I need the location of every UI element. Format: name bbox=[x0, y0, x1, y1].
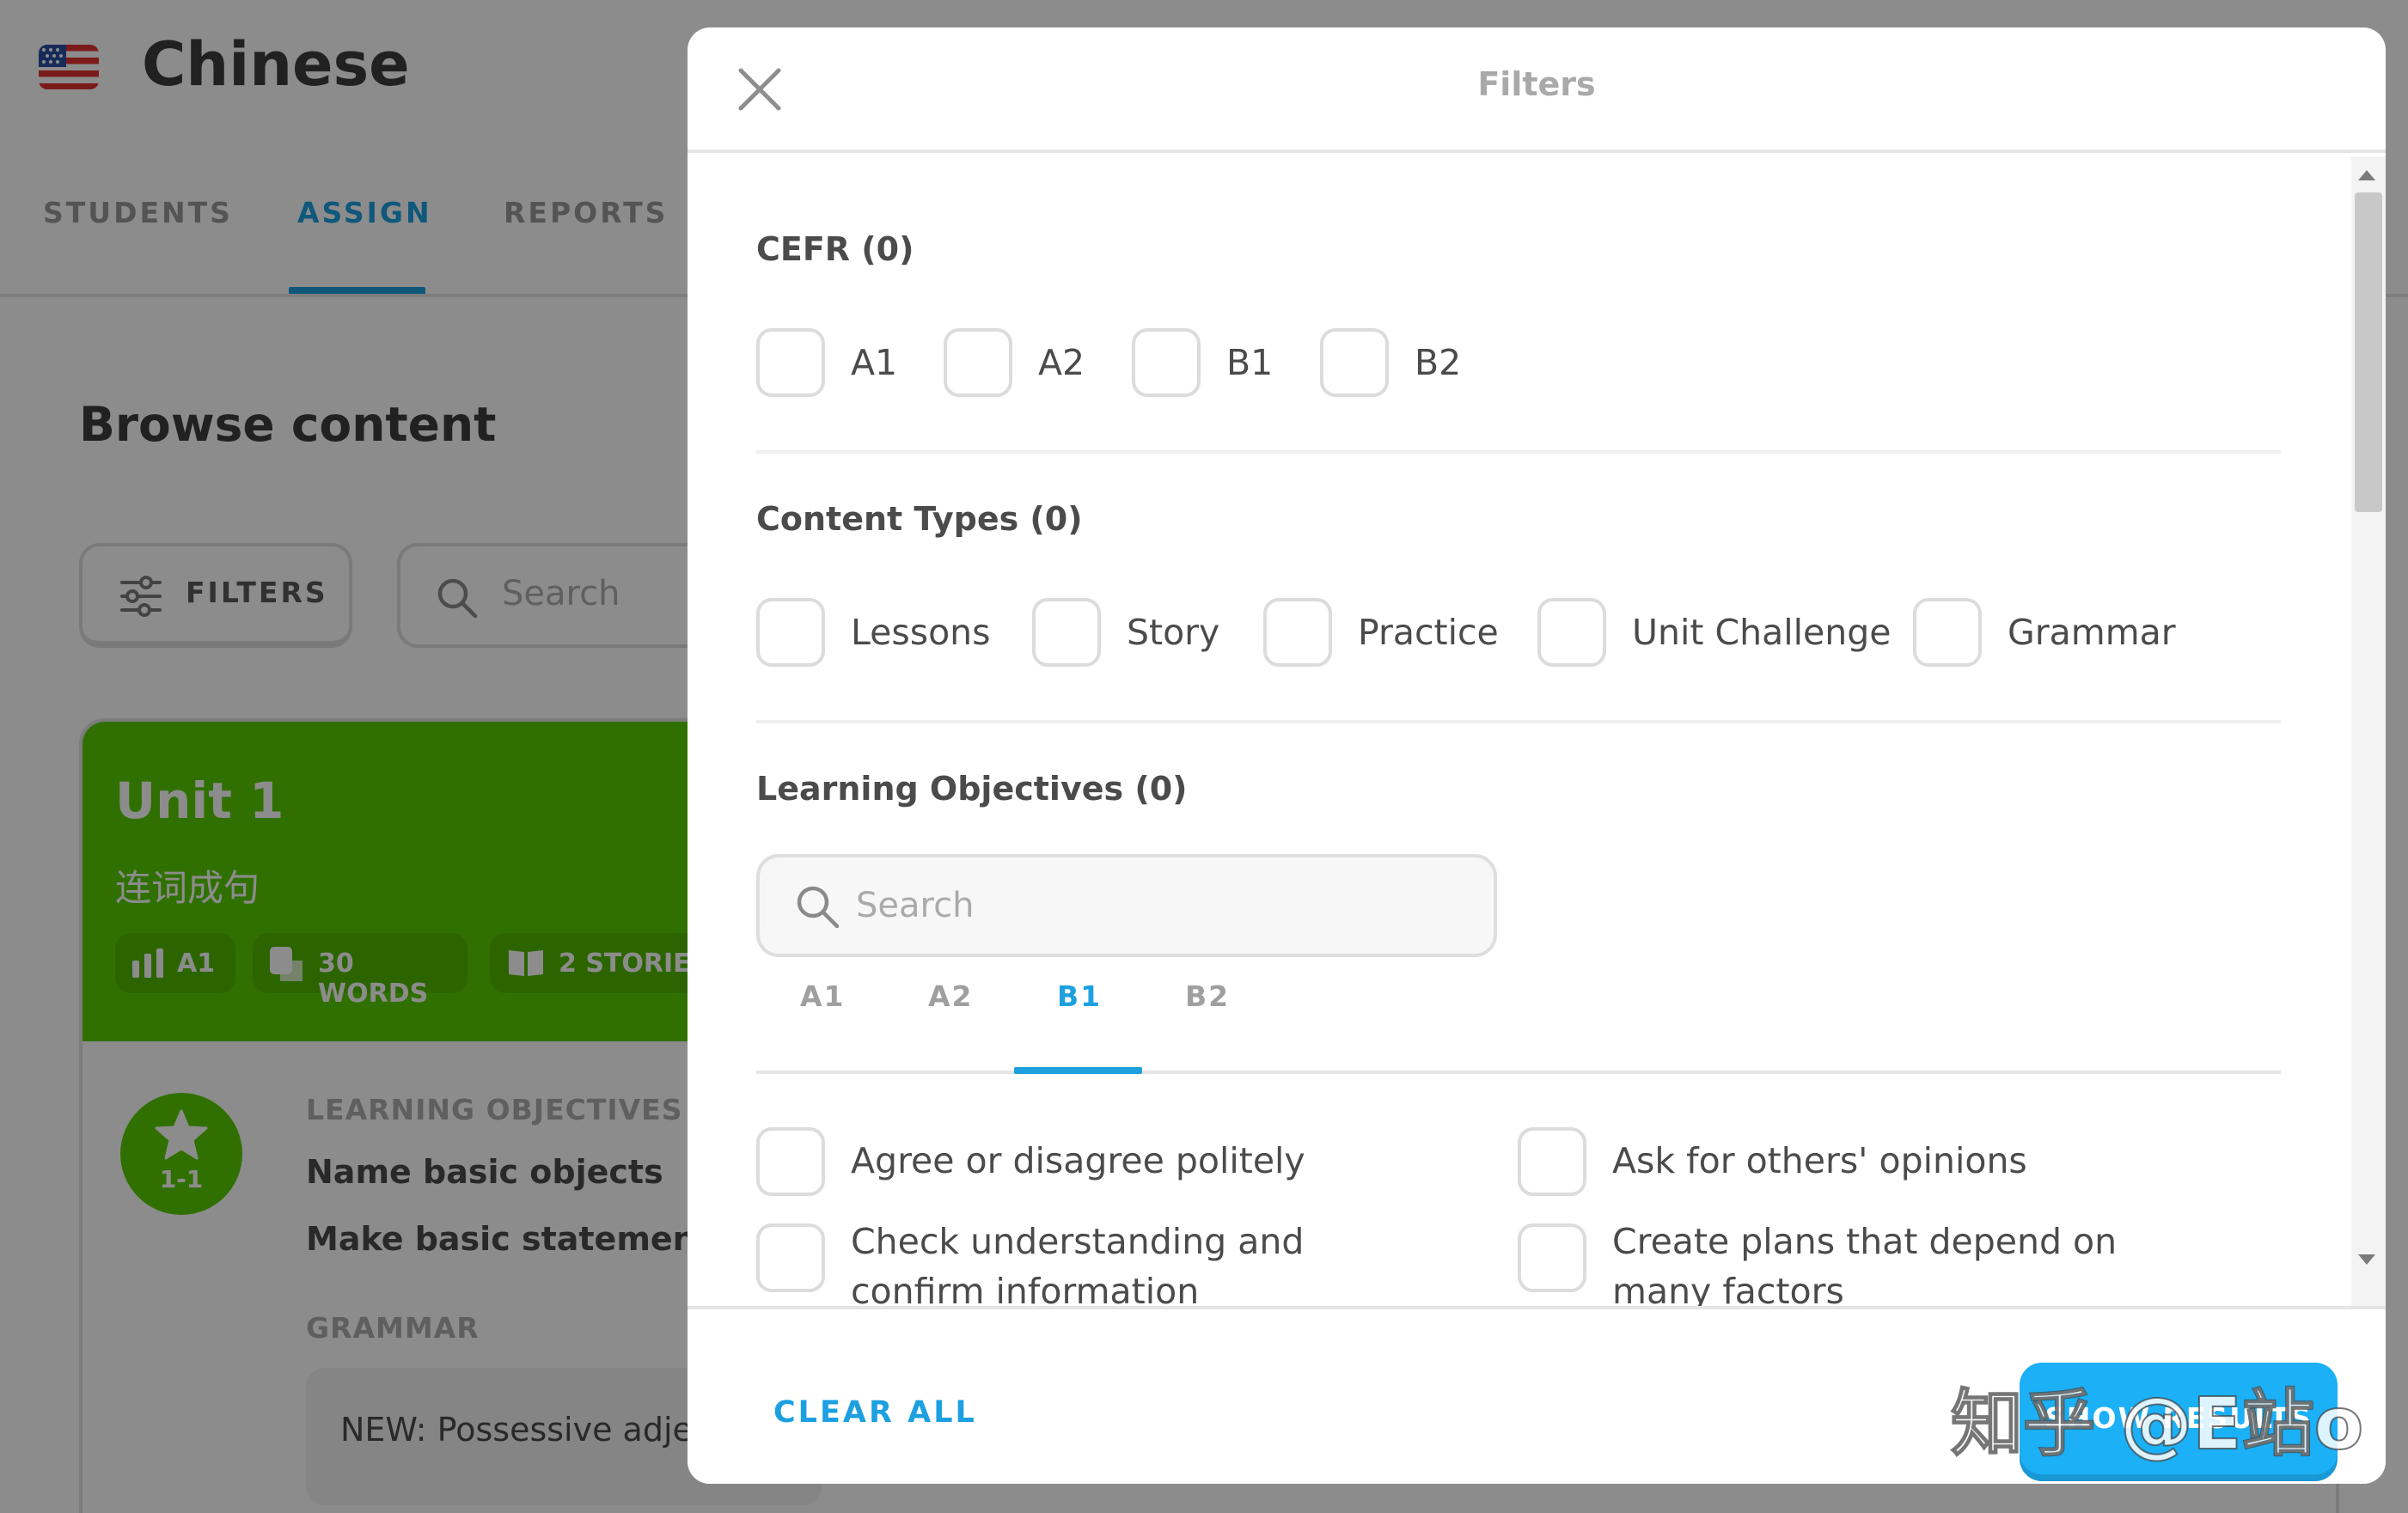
checkbox[interactable] bbox=[1518, 1223, 1586, 1292]
objective-option[interactable]: Create plans that depend on many factors bbox=[1518, 1221, 2162, 1306]
scrollbar-thumb[interactable] bbox=[2355, 192, 2382, 512]
scroll-up-arrow-icon[interactable] bbox=[2358, 170, 2375, 180]
content-type-lessons[interactable]: Lessons bbox=[756, 598, 991, 667]
content-type-story[interactable]: Story bbox=[1032, 598, 1219, 667]
objectives-search-field[interactable] bbox=[856, 875, 1458, 936]
level-tab-b1[interactable]: B1 bbox=[1057, 979, 1102, 1013]
objective-option[interactable]: Check understanding and confirm informat… bbox=[756, 1221, 1401, 1306]
cefr-title: CEFR (0) bbox=[756, 230, 914, 268]
watermark: 知乎 @E站o bbox=[1950, 1381, 2364, 1467]
content-type-label: Unit Challenge bbox=[1632, 612, 1892, 653]
objectives-search-input[interactable] bbox=[756, 854, 1497, 957]
search-icon bbox=[797, 886, 840, 929]
content-type-label: Practice bbox=[1358, 612, 1499, 653]
learning-objectives-title: Learning Objectives (0) bbox=[756, 770, 1188, 808]
content-type-practice[interactable]: Practice bbox=[1263, 598, 1499, 667]
checkbox[interactable] bbox=[756, 598, 825, 667]
content-type-label: Lessons bbox=[851, 612, 991, 653]
content-types-title: Content Types (0) bbox=[756, 500, 1083, 538]
checkbox[interactable] bbox=[1518, 1127, 1586, 1196]
objective-option-label: Check understanding and confirm informat… bbox=[851, 1221, 1305, 1306]
objective-option-label: Create plans that depend on many factors bbox=[1612, 1221, 2118, 1306]
checkbox[interactable] bbox=[756, 328, 825, 397]
cefr-option-label: A2 bbox=[1038, 342, 1085, 383]
checkbox[interactable] bbox=[1320, 328, 1389, 397]
objective-option[interactable]: Ask for others' opinions bbox=[1518, 1127, 2162, 1196]
checkbox[interactable] bbox=[1913, 598, 1982, 667]
clear-all-button[interactable]: CLEAR ALL bbox=[773, 1395, 977, 1430]
cefr-option-label: A1 bbox=[851, 342, 898, 383]
objective-option[interactable]: Agree or disagree politely bbox=[756, 1127, 1401, 1196]
level-tab-a1[interactable]: A1 bbox=[800, 979, 846, 1013]
level-tabs-divider bbox=[756, 1071, 2281, 1074]
filters-modal: Filters CEFR (0) A1 A2 B1 B2 Content Typ… bbox=[688, 27, 2386, 1484]
cefr-option-b1[interactable]: B1 bbox=[1132, 328, 1273, 397]
objective-option-label: Ask for others' opinions bbox=[1612, 1140, 2027, 1181]
cefr-option-label: B1 bbox=[1226, 342, 1274, 383]
active-level-indicator bbox=[1014, 1067, 1142, 1074]
scroll-down-arrow-icon[interactable] bbox=[2358, 1254, 2375, 1265]
section-divider bbox=[756, 450, 2281, 454]
cefr-option-a1[interactable]: A1 bbox=[756, 328, 897, 397]
modal-header: Filters bbox=[688, 27, 2386, 153]
checkbox[interactable] bbox=[756, 1223, 825, 1292]
cefr-option-a2[interactable]: A2 bbox=[944, 328, 1085, 397]
checkbox[interactable] bbox=[944, 328, 1012, 397]
cefr-option-label: B2 bbox=[1415, 342, 1462, 383]
checkbox[interactable] bbox=[1032, 598, 1101, 667]
cefr-option-b2[interactable]: B2 bbox=[1320, 328, 1461, 397]
content-type-unit-challenge[interactable]: Unit Challenge bbox=[1537, 598, 1891, 667]
level-tab-a2[interactable]: A2 bbox=[928, 979, 974, 1013]
content-type-grammar[interactable]: Grammar bbox=[1913, 598, 2176, 667]
modal-title: Filters bbox=[1477, 65, 1596, 103]
modal-body: CEFR (0) A1 A2 B1 B2 Content Types (0) L… bbox=[688, 156, 2386, 1306]
level-tab-b2[interactable]: B2 bbox=[1185, 979, 1230, 1013]
checkbox[interactable] bbox=[1263, 598, 1332, 667]
content-type-label: Story bbox=[1127, 612, 1220, 653]
content-type-label: Grammar bbox=[2008, 612, 2176, 653]
section-divider bbox=[756, 720, 2281, 723]
checkbox[interactable] bbox=[1132, 328, 1201, 397]
objective-option-label: Agree or disagree politely bbox=[851, 1140, 1305, 1181]
checkbox[interactable] bbox=[756, 1127, 825, 1196]
checkbox[interactable] bbox=[1537, 598, 1606, 667]
